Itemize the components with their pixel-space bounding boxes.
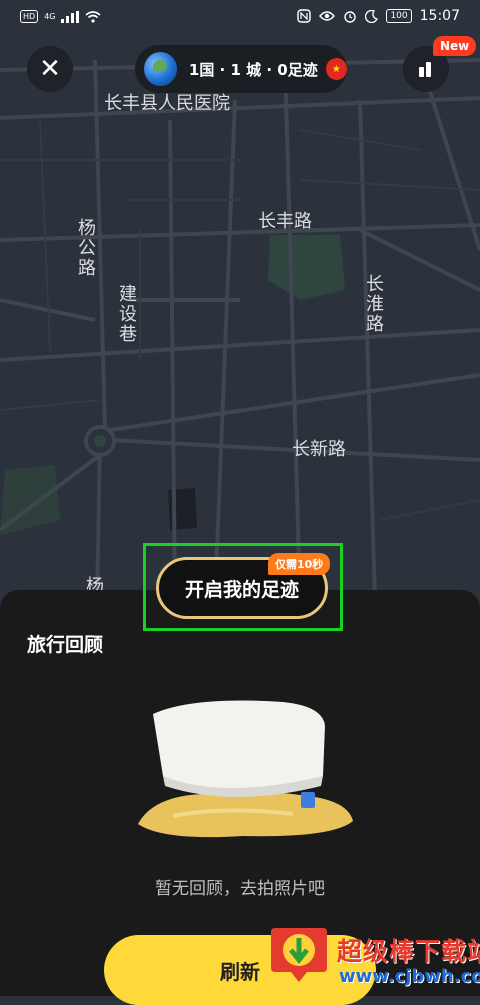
clock: 15:07 (419, 8, 460, 24)
watermark: 超级棒下载站 www.cjbwh.com (267, 922, 480, 996)
status-bar: HD 4G 100 15:07 (0, 0, 480, 34)
moon-icon (365, 9, 379, 23)
watermark-url: www.cjbwh.com (339, 966, 480, 987)
close-button[interactable]: ✕ (27, 46, 73, 92)
footprint-summary-pill[interactable]: 1国 · 1 城 · 0足迹 ★ (135, 45, 347, 93)
nfc-icon (297, 9, 312, 23)
map-label-changxin-road: 长新路 (292, 439, 346, 460)
start-footprint-label: 开启我的足迹 (184, 578, 299, 601)
bar-chart-icon (419, 62, 431, 77)
battery-indicator: 100 (386, 9, 412, 23)
map-label-yanggong-road: 杨公路 (75, 218, 96, 278)
empty-illustration (138, 700, 353, 838)
map-label-changhuai-road: 长淮路 (363, 274, 384, 334)
map-label-jianshe-lane: 建设巷 (116, 284, 137, 344)
watermark-logo-icon (271, 928, 327, 982)
china-flag-icon: ★ (325, 58, 347, 80)
alarm-icon (344, 11, 357, 23)
map-label-changfeng-road: 长丰路 (258, 211, 312, 232)
duration-badge: 仅需10秒 (268, 553, 331, 575)
wifi-icon (85, 10, 102, 23)
empty-state-text: 暂无回顾，去拍照片吧 (155, 879, 325, 899)
watermark-title: 超级棒下载站 (337, 937, 480, 966)
hd-badge: HD (20, 10, 39, 23)
signal-icon (61, 10, 80, 23)
new-badge: New (433, 36, 477, 56)
eye-icon (319, 11, 336, 21)
signal-label: 4G (44, 12, 56, 21)
globe-icon (144, 52, 177, 86)
map-label-hospital: 长丰县人民医院 (104, 93, 230, 114)
close-icon: ✕ (39, 54, 61, 84)
refresh-label: 刷新 (220, 959, 260, 984)
sheet-title: 旅行回顾 (27, 634, 104, 656)
footprint-summary: 1国 · 1 城 · 0足迹 (188, 60, 318, 79)
